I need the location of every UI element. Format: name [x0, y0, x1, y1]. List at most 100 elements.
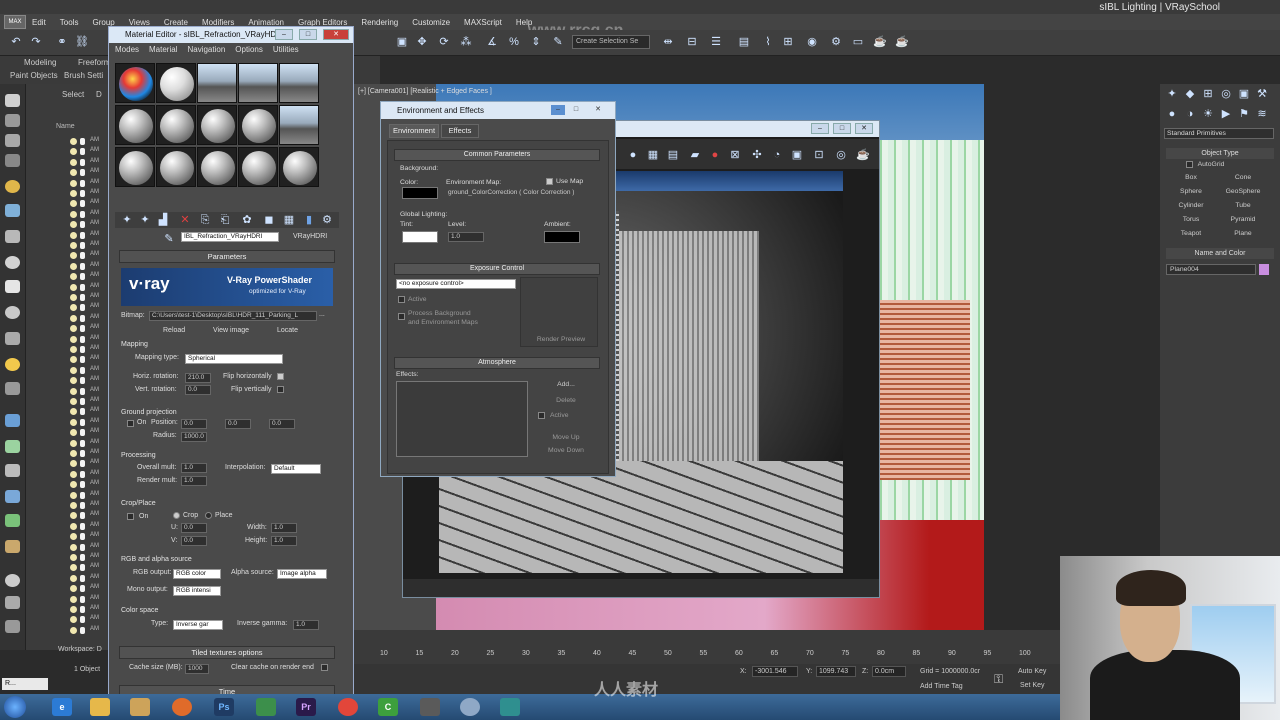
list-item[interactable]: AM	[70, 522, 99, 531]
auto-key-button[interactable]: Auto Key	[1018, 668, 1046, 675]
ribbon-tab-modeling[interactable]: Modeling	[24, 58, 56, 67]
material-slot[interactable]	[279, 63, 319, 103]
graphite-icon[interactable]: ▤	[736, 34, 752, 50]
reload-button[interactable]: Reload	[163, 327, 185, 334]
tab-effects[interactable]: Effects	[441, 124, 479, 138]
vfb-open-icon[interactable]: ▰	[687, 147, 703, 163]
visibility-icon[interactable]	[70, 554, 77, 561]
rgb-output-dropdown[interactable]: RGB color	[173, 569, 221, 579]
torus-icon[interactable]	[5, 306, 20, 319]
list-item[interactable]: AM	[70, 563, 99, 572]
angle-snap-icon[interactable]: ∡	[484, 34, 500, 50]
material-slot[interactable]	[279, 105, 319, 145]
flip-h-checkbox[interactable]	[277, 373, 284, 380]
tab-environment[interactable]: Environment	[389, 124, 439, 138]
exposure-active-checkbox[interactable]	[398, 296, 405, 303]
visibility-icon[interactable]	[70, 221, 77, 229]
menu-material[interactable]: Material	[149, 45, 177, 54]
cache-size-input[interactable]: 1000	[185, 664, 209, 674]
show-map-icon[interactable]: ▦	[281, 212, 297, 228]
list-item[interactable]: AM	[70, 335, 99, 344]
env-close-button[interactable]: ✕	[591, 105, 605, 115]
vfb-minimize-button[interactable]: –	[811, 123, 829, 134]
list-item[interactable]: AM	[70, 418, 99, 427]
rollout-tiled-textures[interactable]: Tiled textures options	[119, 646, 335, 659]
locate-button[interactable]: Locate	[277, 327, 298, 334]
visibility-icon[interactable]	[70, 169, 77, 177]
width-input[interactable]: 1.0	[271, 523, 297, 533]
list-item[interactable]: AM	[70, 439, 99, 448]
list-item[interactable]: AM	[70, 584, 99, 593]
sun-icon[interactable]	[5, 180, 20, 193]
list-item[interactable]: AM	[70, 345, 99, 354]
menu-modes[interactable]: Modes	[115, 45, 139, 54]
visibility-icon[interactable]	[70, 273, 77, 281]
list-item[interactable]: AM	[70, 158, 99, 167]
list-item[interactable]: AM	[70, 137, 99, 146]
viewport-label[interactable]: [+] [Camera001] [Realistic + Edged Faces…	[358, 88, 492, 95]
visibility-icon[interactable]	[70, 231, 77, 239]
material-slot[interactable]	[279, 147, 319, 187]
list-item[interactable]: AM	[70, 387, 99, 396]
level-input[interactable]: 1.0	[448, 232, 484, 242]
list-item[interactable]: AM	[70, 605, 99, 614]
box-icon[interactable]	[5, 114, 20, 127]
material-slot[interactable]	[156, 147, 196, 187]
material-slot[interactable]	[197, 147, 237, 187]
layers-icon[interactable]	[5, 154, 20, 167]
render-setup-icon[interactable]: ⚙	[828, 34, 844, 50]
horiz-rotation-input[interactable]: 210.0	[185, 373, 211, 383]
vfb-close-button[interactable]: ✕	[855, 123, 873, 134]
place-radio[interactable]	[205, 512, 212, 519]
visibility-icon[interactable]	[70, 491, 77, 499]
ribbon-tab-freeform[interactable]: Freeform	[78, 58, 110, 67]
list-item[interactable]: AM	[70, 459, 99, 468]
visibility-icon[interactable]	[70, 304, 77, 312]
mated-maximize-button[interactable]: □	[299, 29, 317, 40]
mapping-type-dropdown[interactable]: Spherical	[185, 354, 283, 364]
visibility-icon[interactable]	[70, 325, 77, 333]
flip-v-checkbox[interactable]	[277, 386, 284, 393]
process-bg-checkbox[interactable]	[398, 313, 405, 320]
mated-minimize-button[interactable]: –	[275, 29, 293, 40]
edit-named-sets-icon[interactable]: ✎	[550, 34, 566, 50]
visibility-icon[interactable]	[70, 408, 77, 416]
brush-settings-tab[interactable]: Brush Setti	[64, 71, 103, 80]
list-item[interactable]: AM	[70, 595, 99, 604]
visibility-icon[interactable]	[70, 606, 77, 613]
visibility-icon[interactable]	[70, 294, 77, 301]
menu-tools[interactable]: Tools	[60, 18, 79, 27]
visibility-icon[interactable]	[70, 356, 77, 364]
bitmap-path-field[interactable]: C:\Users\test-1\Desktop\sIBL\HDR_111_Par…	[149, 311, 317, 321]
copy-material-icon[interactable]: ⎘	[197, 212, 213, 228]
visibility-icon[interactable]	[70, 460, 77, 468]
reset-map-icon[interactable]: ✕	[177, 212, 193, 228]
visibility-icon[interactable]	[70, 179, 77, 187]
selection-set-dropdown[interactable]: Create Selection Se	[572, 35, 650, 49]
list-item[interactable]: AM	[70, 251, 99, 260]
camtasia-icon[interactable]: C	[378, 698, 398, 716]
environment-map-button[interactable]: ground_ColorCorrection ( Color Correctio…	[446, 189, 592, 199]
vfb-copy-icon[interactable]: ▤	[665, 147, 681, 163]
redo-icon[interactable]: ↷	[28, 34, 44, 50]
render-icon[interactable]: ☕	[872, 34, 888, 50]
z-coordinate[interactable]: 0.0cm	[872, 666, 906, 677]
list-item[interactable]: AM	[70, 376, 99, 385]
geometry-icon[interactable]: ●	[1164, 106, 1180, 122]
delete-effect-button[interactable]: Delete	[538, 397, 594, 404]
y-coordinate[interactable]: 1099.743	[816, 666, 856, 677]
material-slot[interactable]	[197, 63, 237, 103]
render-mult-input[interactable]: 1.0	[181, 476, 207, 486]
geosphere-button[interactable]: GeoSphere	[1218, 188, 1268, 195]
add-effect-button[interactable]: Add...	[538, 381, 594, 388]
list-item[interactable]: AM	[70, 147, 99, 156]
list-item[interactable]: AM	[70, 407, 99, 416]
vfb-region-icon[interactable]: ✣	[749, 147, 765, 163]
alpha-source-dropdown[interactable]: Image alpha	[277, 569, 327, 579]
menu-customize[interactable]: Customize	[412, 18, 450, 27]
env-minimize-button[interactable]: –	[551, 105, 565, 115]
material-slot[interactable]	[115, 147, 155, 187]
visibility-icon[interactable]	[70, 533, 77, 541]
visibility-icon[interactable]	[70, 522, 77, 530]
folder-icon[interactable]	[130, 698, 150, 716]
